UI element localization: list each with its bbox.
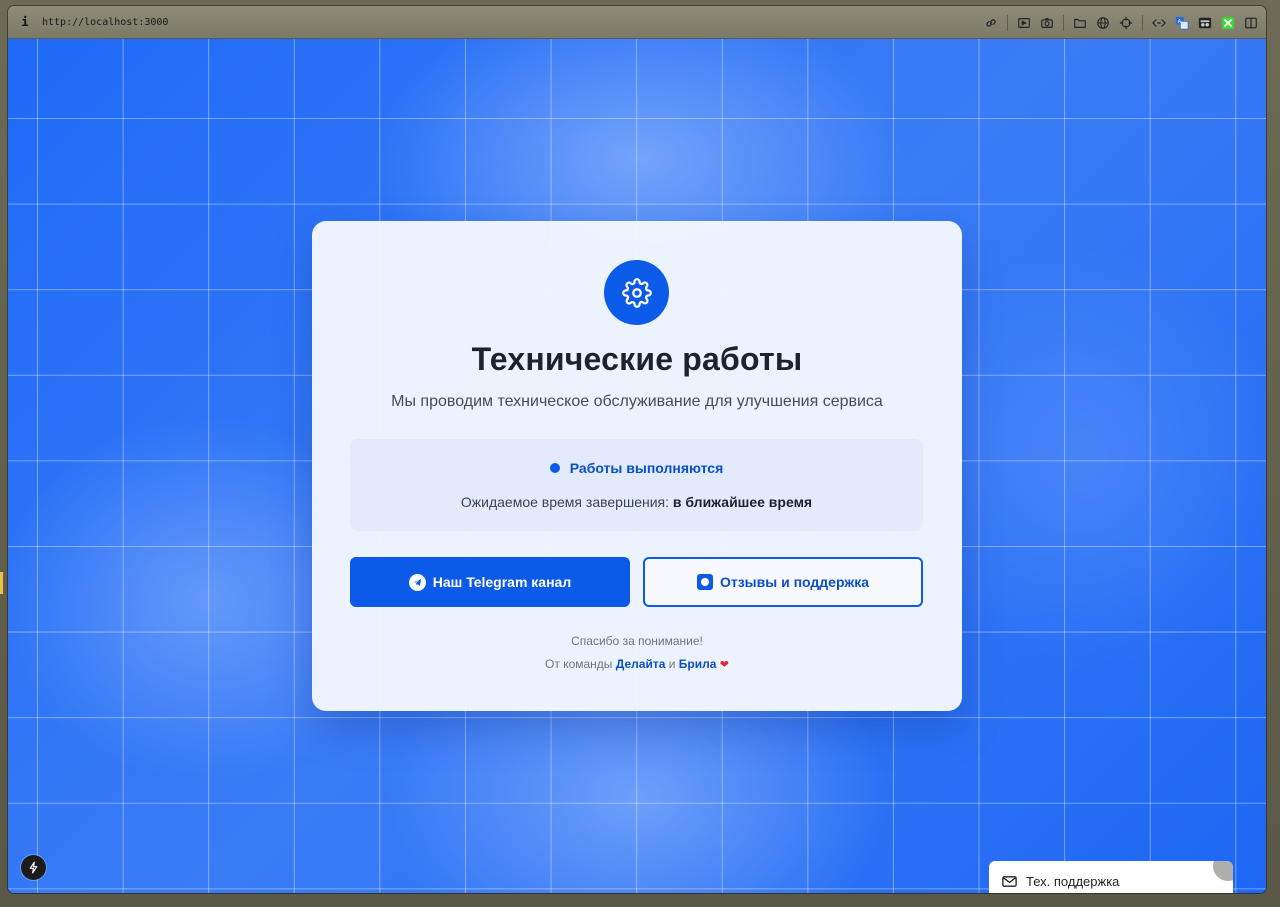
toolbar-separator: [1142, 14, 1143, 31]
telegram-button-label: Наш Telegram канал: [432, 574, 572, 590]
screen-record-icon[interactable]: [1017, 16, 1031, 30]
team-and: и: [668, 657, 676, 671]
thanks-text: Спасибо за понимание!: [571, 634, 703, 648]
toolbar-icons: A: [984, 6, 1258, 39]
browser-toolbar: i http://localhost:3000 A: [8, 6, 1266, 39]
status-indicator: Работы выполняются: [350, 460, 923, 476]
gear-icon: [621, 277, 652, 308]
telegram-icon: [408, 573, 426, 591]
toolbar-separator: [1063, 14, 1064, 31]
mail-icon: [1002, 875, 1017, 887]
feedback-support-button[interactable]: Отзывы и поддержка: [643, 557, 923, 607]
incognito-icon[interactable]: [1198, 16, 1212, 30]
toolbar-separator: [1007, 14, 1008, 31]
extension-icon[interactable]: [1221, 16, 1235, 30]
widget-corner: [1213, 861, 1233, 881]
chat-icon: [696, 574, 713, 590]
camera-icon[interactable]: [1040, 16, 1054, 30]
settings-badge: [604, 260, 669, 325]
team-link-bril[interactable]: Брила: [679, 657, 717, 671]
support-widget-label: Тех. поддержка: [1026, 873, 1120, 889]
support-button-label: Отзывы и поддержка: [719, 574, 870, 590]
svg-text:A: A: [1178, 19, 1182, 25]
page-viewport: Технические работы Мы проводим техническ…: [8, 39, 1266, 893]
lightning-icon: [29, 861, 38, 874]
maintenance-card: Технические работы Мы проводим техническ…: [312, 221, 962, 711]
status-dot-icon: [549, 463, 560, 473]
link-icon[interactable]: [984, 16, 998, 30]
team-prefix: От команды: [545, 657, 613, 671]
page-title: Технические работы: [471, 341, 803, 377]
translate-icon[interactable]: A: [1175, 16, 1189, 30]
telegram-channel-button[interactable]: Наш Telegram канал: [350, 557, 630, 607]
eta-prefix: Ожидаемое время завершения:: [460, 494, 669, 510]
status-panel: Работы выполняются Ожидаемое время завер…: [350, 439, 923, 531]
address-bar[interactable]: http://localhost:3000: [42, 17, 168, 28]
page-subtitle: Мы проводим техническое обслуживание для…: [391, 393, 883, 410]
globe-icon[interactable]: [1096, 16, 1110, 30]
support-widget[interactable]: Тех. поддержка: [989, 861, 1233, 893]
team-credits: От команды Делайта и Брила ❤: [312, 657, 962, 671]
dev-tools-button[interactable]: [21, 855, 46, 880]
status-label: Работы выполняются: [569, 460, 724, 476]
team-link-delait[interactable]: Делайта: [616, 657, 666, 671]
folder-icon[interactable]: [1073, 16, 1087, 30]
browser-window: i http://localhost:3000 A Технические ра…: [8, 6, 1266, 893]
sidebar-toggle-icon[interactable]: [1244, 16, 1258, 30]
eta-text: Ожидаемое время завершения: в ближайшее …: [350, 494, 923, 510]
heart-icon: ❤: [719, 659, 729, 671]
crosshair-icon[interactable]: [1119, 16, 1133, 30]
site-info-icon[interactable]: i: [8, 15, 42, 29]
code-icon[interactable]: [1152, 16, 1166, 30]
eta-value: в ближайшее время: [672, 494, 813, 510]
window-edge-marker: [0, 572, 3, 594]
